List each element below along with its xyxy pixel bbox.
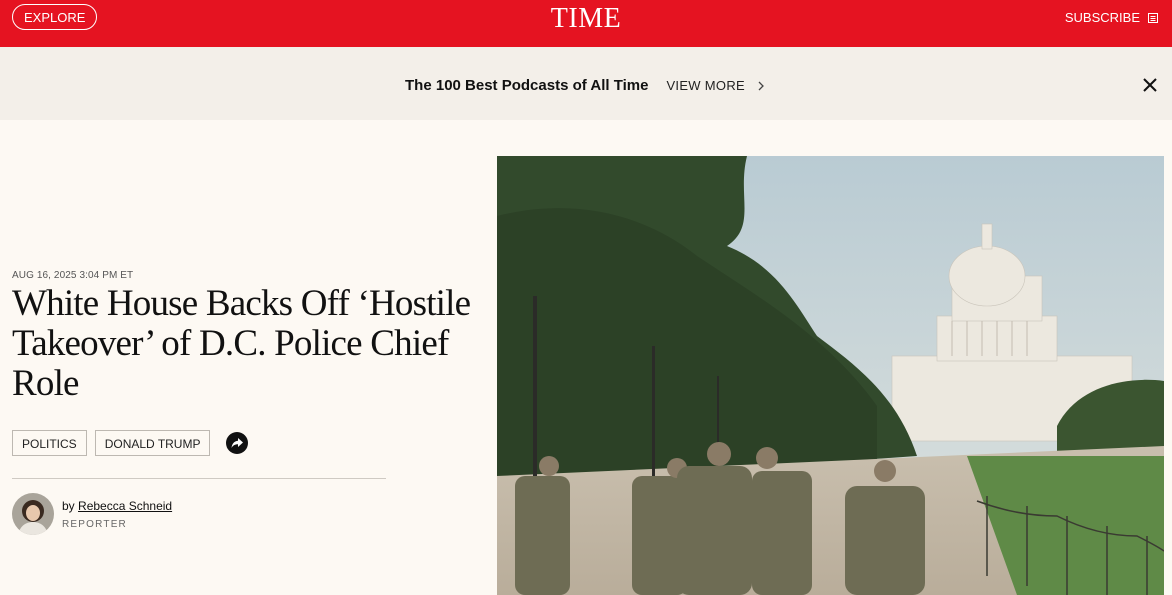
close-icon[interactable] — [1142, 77, 1158, 93]
article-headline: White House Backs Off ‘Hostile Takeover’… — [12, 283, 471, 404]
divider — [12, 478, 386, 479]
author-block: by Rebecca Schneid REPORTER — [12, 493, 172, 535]
byline: by Rebecca Schneid — [62, 499, 172, 513]
article-date: AUG 16, 2025 3:04 PM ET — [12, 270, 134, 281]
subscribe-label: SUBSCRIBE — [1064, 10, 1140, 25]
banner-title[interactable]: The 100 Best Podcasts of All Time — [405, 77, 648, 94]
share-button[interactable] — [226, 432, 249, 454]
top-nav-bar: EXPLORE TIME SUBSCRIBE — [0, 0, 1172, 47]
promo-banner: The 100 Best Podcasts of All Time VIEW M… — [0, 47, 1172, 120]
view-more-link[interactable]: VIEW MORE — [666, 78, 745, 93]
tag-donald-trump[interactable]: DONALD TRUMP — [94, 430, 211, 456]
time-logo[interactable]: TIME — [0, 3, 1172, 35]
tag-politics[interactable]: POLITICS — [12, 430, 87, 456]
avatar-image — [12, 493, 54, 535]
document-icon — [1148, 12, 1158, 23]
hero-photo — [497, 156, 1164, 595]
subscribe-link[interactable]: SUBSCRIBE — [1065, 10, 1158, 25]
chevron-right-icon[interactable] — [755, 80, 767, 92]
share-arrow-icon — [231, 438, 244, 448]
author-avatar[interactable] — [12, 493, 54, 535]
byline-prefix: by — [62, 498, 75, 513]
author-name-link[interactable]: Rebecca Schneid — [78, 499, 172, 513]
author-role: REPORTER — [62, 518, 127, 530]
article-tags: POLITICS DONALD TRUMP — [12, 430, 249, 456]
